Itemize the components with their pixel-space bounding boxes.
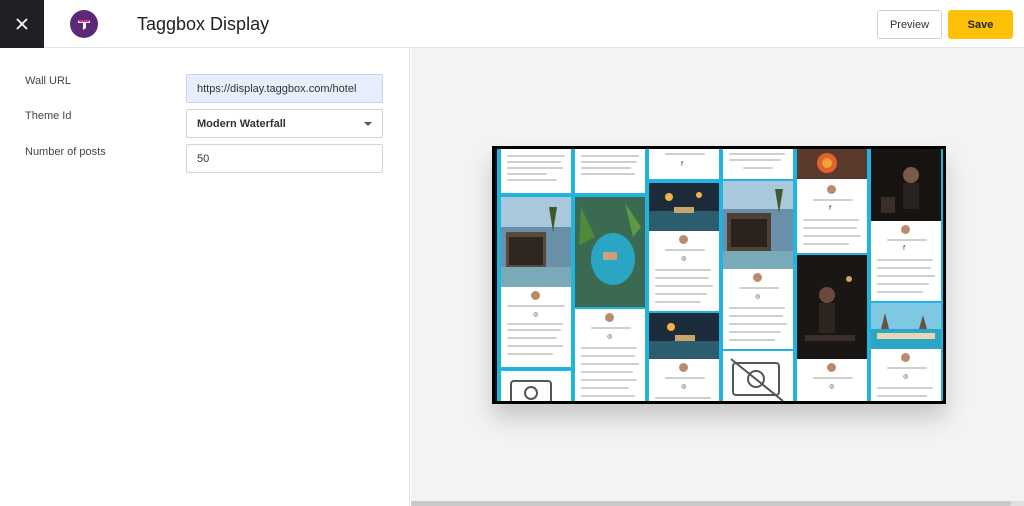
instagram-icon: ◎ [903, 373, 909, 380]
preview-panel: ◎ ◎ f ◎ ◎ ◎ f ◎ f ◎ [411, 48, 1024, 506]
preview-button[interactable]: Preview [877, 10, 942, 39]
wall-column: ◎ [575, 149, 645, 401]
display-preview-screen: ◎ ◎ f ◎ ◎ ◎ f ◎ f ◎ [492, 146, 946, 404]
close-button[interactable] [0, 0, 44, 48]
post-photo [649, 313, 719, 359]
post-card [723, 351, 793, 401]
scrollbar-thumb[interactable] [411, 501, 1011, 506]
page-title: Taggbox Display [137, 14, 270, 34]
wall-url-label: Wall URL [25, 75, 72, 87]
wall-url-input[interactable]: https://display.taggbox.com/hotel [186, 74, 383, 103]
post-card: f [797, 149, 867, 253]
chevron-down-icon [364, 121, 372, 126]
facebook-icon: f [681, 161, 684, 168]
wall-column: f ◎ [649, 149, 719, 401]
post-card [575, 149, 645, 193]
post-photo [575, 197, 645, 307]
facebook-icon: f [903, 245, 906, 252]
wall-column: f ◎ [797, 149, 867, 401]
post-card: ◎ [871, 303, 941, 401]
image-placeholder-icon [730, 358, 784, 401]
instagram-icon: ◎ [681, 383, 687, 390]
post-card: ◎ [723, 181, 793, 349]
post-photo [723, 181, 793, 269]
post-photo [797, 255, 867, 359]
post-card [501, 149, 571, 193]
post-card [723, 149, 793, 179]
wall-column: ◎ [723, 149, 793, 401]
num-posts-input[interactable]: 50 [186, 144, 383, 173]
facebook-icon: f [829, 205, 832, 212]
preview-wall: ◎ ◎ f ◎ ◎ ◎ f ◎ f ◎ [497, 149, 943, 401]
settings-panel: Wall URL https://display.taggbox.com/hot… [0, 48, 410, 506]
top-bar: Taggbox Display Preview Save [0, 0, 1024, 48]
post-card: ◎ [649, 313, 719, 401]
save-button[interactable]: Save [948, 10, 1013, 39]
post-card: ◎ [797, 255, 867, 401]
post-photo [871, 303, 941, 349]
theme-id-select[interactable]: Modern Waterfall [186, 109, 383, 138]
instagram-icon: ◎ [681, 255, 687, 262]
theme-id-label: Theme Id [25, 110, 72, 122]
instagram-icon: ◎ [755, 293, 761, 300]
post-photo [797, 149, 867, 179]
post-photo [501, 197, 571, 287]
instagram-icon: ◎ [829, 383, 835, 390]
post-photo [649, 183, 719, 231]
post-card: ◎ [501, 197, 571, 367]
post-photo [871, 149, 941, 221]
post-card: f [649, 149, 719, 179]
wall-column: ◎ [501, 149, 571, 401]
theme-id-value: Modern Waterfall [197, 117, 286, 130]
post-card: ◎ [649, 183, 719, 311]
post-card: f [871, 149, 941, 301]
post-card [501, 371, 571, 401]
post-card [575, 197, 645, 307]
wall-column: f ◎ [871, 149, 941, 401]
num-posts-label: Number of posts [25, 146, 106, 158]
image-placeholder-icon [510, 380, 552, 401]
instagram-icon: ◎ [607, 333, 613, 340]
close-icon [16, 18, 28, 30]
post-card: ◎ [575, 309, 645, 401]
taggbox-logo [70, 10, 98, 38]
horizontal-scrollbar[interactable] [411, 501, 1024, 506]
instagram-icon: ◎ [533, 311, 539, 318]
